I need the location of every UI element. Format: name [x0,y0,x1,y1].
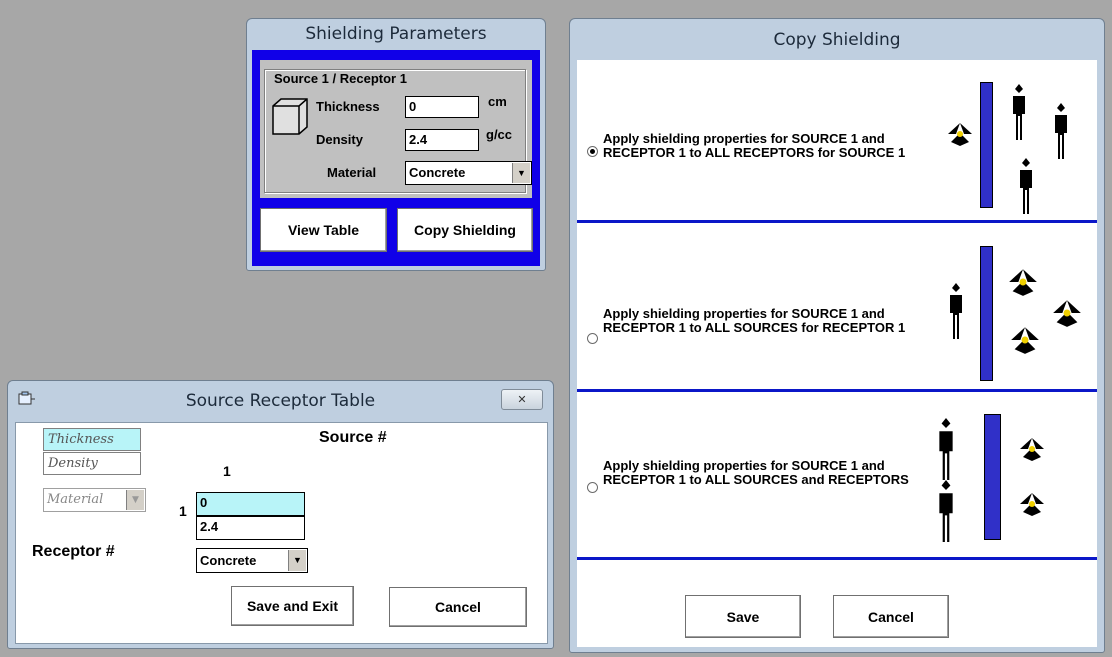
material-select-value: Concrete [409,165,466,180]
legend-thickness: Thickness [43,428,141,451]
option-text-1: Apply shielding properties for SOURCE 1 … [603,131,906,160]
copy-shielding-body: Apply shielding properties for SOURCE 1 … [577,60,1097,647]
shielding-parameters-panel: Source 1 / Receptor 1 Thickness 0 cm Den… [252,50,540,266]
receptor-person-icon [1013,84,1025,140]
chevron-down-icon: ▼ [126,490,144,510]
view-table-button[interactable]: View Table [260,208,387,252]
density-input[interactable]: 2.4 [405,129,479,151]
shield-wall [984,414,1001,540]
cell-density-input[interactable]: 2.4 [196,516,305,540]
save-button[interactable]: Save [685,595,801,638]
material-select[interactable]: Concrete ▼ [405,161,532,185]
thickness-label: Thickness [316,99,380,114]
receptor-person-icon [950,283,962,339]
receptor-person-icon [1055,103,1067,159]
radiation-source-icon [1011,327,1039,354]
thickness-input[interactable]: 0 [405,96,479,118]
group-frame: Source 1 / Receptor 1 Thickness 0 cm Den… [264,69,532,193]
source-receptor-table-window: Source Receptor Table ✕ Thickness Densit… [7,380,554,649]
shielding-parameters-window: Shielding Parameters Source 1 / Receptor… [246,18,546,271]
radiation-source-icon [1053,300,1081,327]
density-label: Density [316,132,363,147]
receptor-index: 1 [179,503,187,519]
option-radio-1[interactable] [587,146,598,157]
shielding-parameters-title: Shielding Parameters [305,24,487,44]
group-label: Source 1 / Receptor 1 [271,71,410,86]
copy-shielding-window: Copy Shielding Apply shielding propertie… [569,18,1105,653]
copy-shielding-title: Copy Shielding [773,29,901,50]
legend-density: Density [43,452,141,475]
receptor-person-icon [939,418,953,480]
cell-material-value: Concrete [200,553,257,568]
save-and-exit-button[interactable]: Save and Exit [231,586,354,626]
cancel-button[interactable]: Cancel [833,595,949,638]
legend-material-label: Material [47,492,104,507]
chevron-down-icon[interactable]: ▼ [512,163,530,183]
chevron-down-icon[interactable]: ▼ [288,550,306,571]
source-receptor-table-title: Source Receptor Table [185,391,376,411]
radiation-source-icon [1020,438,1044,461]
cell-material-select[interactable]: Concrete ▼ [196,548,308,573]
copy-option-sources[interactable]: Apply shielding properties for SOURCE 1 … [577,223,1097,391]
option-radio-2[interactable] [587,333,598,344]
receptor-person-icon [939,480,953,542]
option-divider [577,557,1097,560]
source-receptor-group: Source 1 / Receptor 1 Thickness 0 cm Den… [260,60,532,198]
source-receptor-table-body: Thickness Density Material ▼ Source # 1 … [15,422,548,644]
thickness-unit: cm [488,94,507,109]
cancel-button[interactable]: Cancel [389,587,527,627]
option-text-2: Apply shielding properties for SOURCE 1 … [603,306,906,335]
copy-option-receptors[interactable]: Apply shielding properties for SOURCE 1 … [577,60,1097,228]
radiation-source-icon [948,123,972,146]
receptor-header: Receptor # [32,543,115,560]
shield-wall [980,82,993,208]
option-radio-3[interactable] [587,482,598,493]
shield-block-icon [272,98,308,135]
source-header: Source # [319,429,387,446]
close-icon[interactable]: ✕ [517,393,526,406]
copy-option-all[interactable]: Apply shielding properties for SOURCE 1 … [577,392,1097,560]
density-unit: g/cc [486,127,513,142]
shield-wall [980,246,993,381]
cell-thickness-input[interactable]: 0 [196,492,305,516]
source-index: 1 [223,463,231,479]
option-text-3: Apply shielding properties for SOURCE 1 … [603,458,909,487]
copy-shielding-button[interactable]: Copy Shielding [397,208,533,252]
legend-material: Material ▼ [43,488,146,512]
receptor-person-icon [1020,158,1032,214]
radiation-source-icon [1020,493,1044,516]
radiation-source-icon [1009,269,1037,296]
close-button[interactable]: ✕ [501,389,543,410]
material-label: Material [327,165,377,180]
